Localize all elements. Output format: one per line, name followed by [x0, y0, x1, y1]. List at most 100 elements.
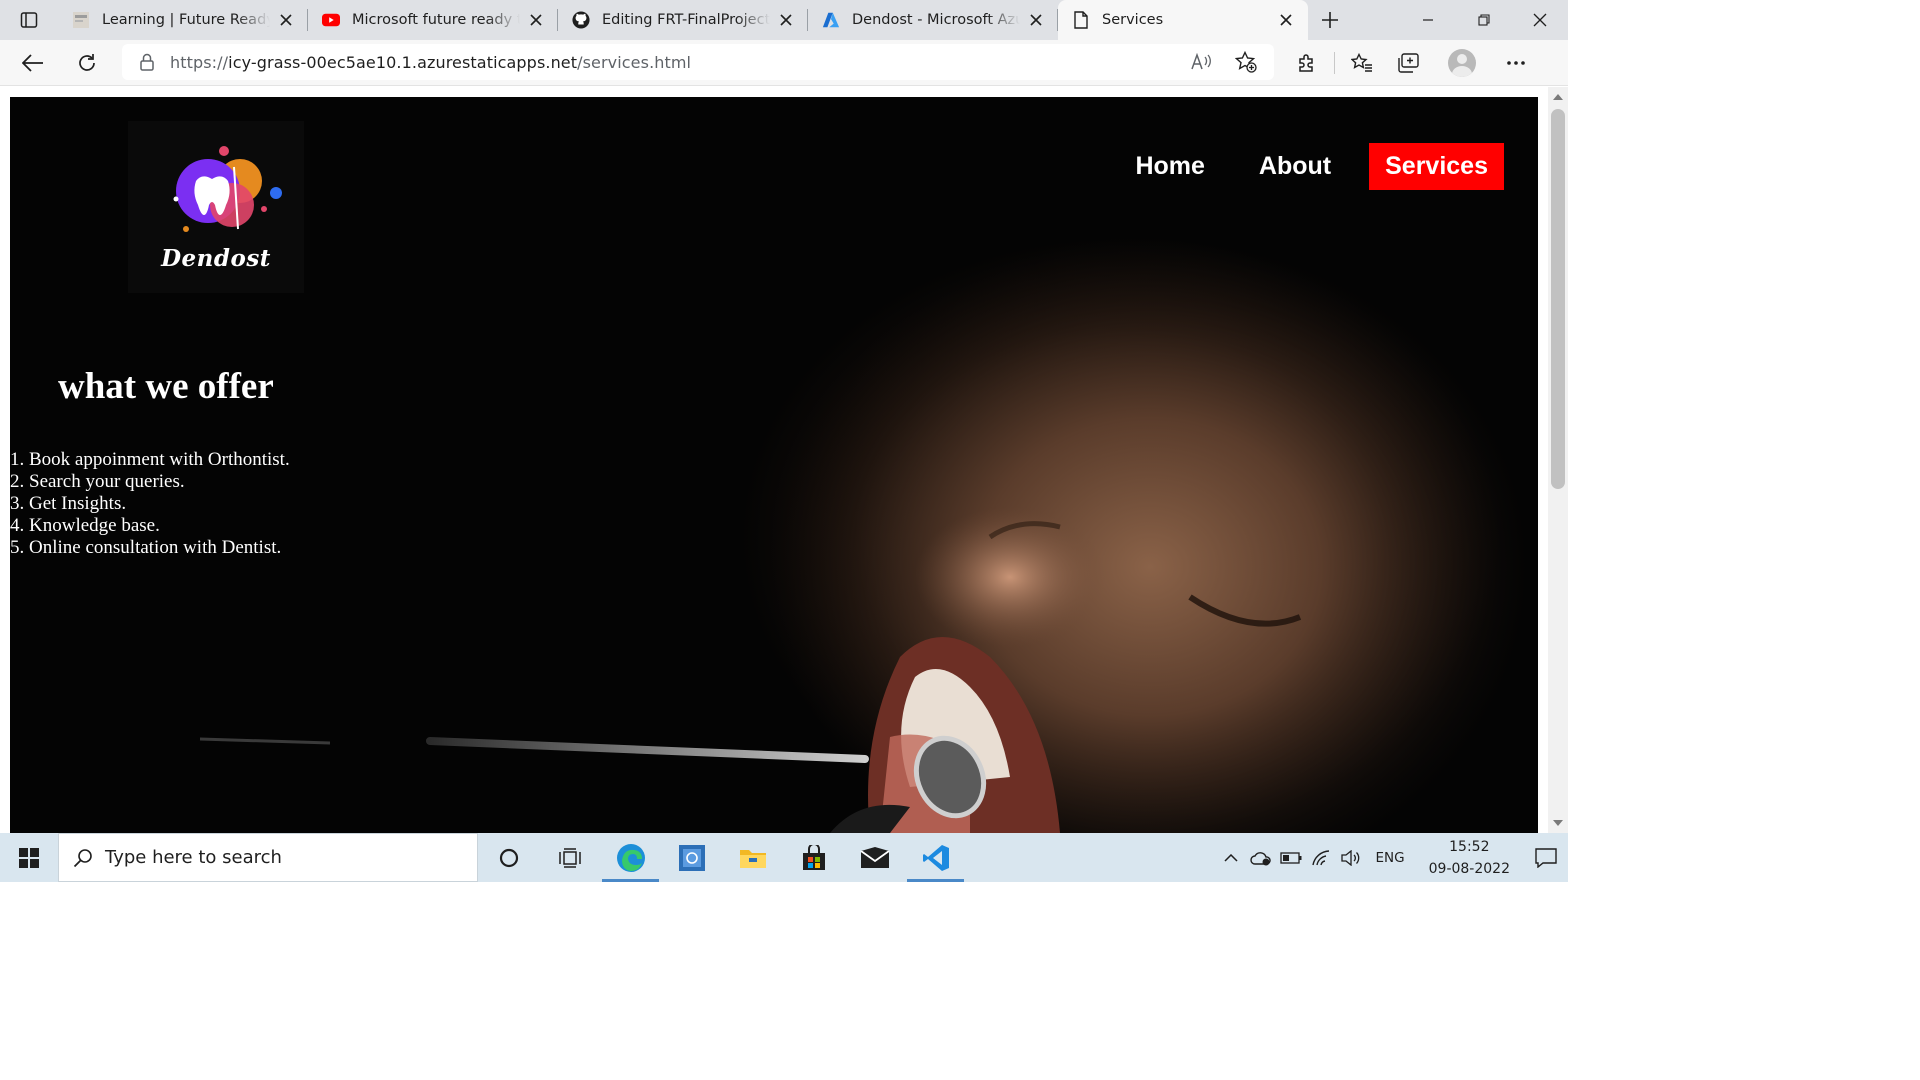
- url-text: https://icy-grass-00ec5ae10.1.azurestati…: [170, 53, 691, 72]
- restore-button[interactable]: [1456, 0, 1512, 40]
- tab-azure[interactable]: Dendost - Microsoft Azure: [808, 0, 1058, 40]
- input-language-indicator[interactable]: ENG: [1366, 850, 1415, 866]
- volume-icon: [1340, 849, 1359, 866]
- volume-tray-button[interactable]: [1336, 833, 1366, 882]
- page-scrollbar[interactable]: [1548, 87, 1568, 833]
- wifi-tray-button[interactable]: [1306, 833, 1336, 882]
- close-tab-icon[interactable]: [776, 10, 796, 30]
- vscode-taskbar-app[interactable]: [905, 833, 966, 882]
- nav-home-link[interactable]: Home: [1119, 143, 1220, 190]
- mail-taskbar-app[interactable]: [844, 833, 905, 882]
- taskbar-clock[interactable]: 15:52 09-08-2022: [1415, 836, 1524, 880]
- folder-icon: [739, 849, 766, 868]
- search-icon: [73, 848, 92, 867]
- page-viewport: Dendost Home About Services what we offe…: [0, 87, 1548, 833]
- close-window-button[interactable]: [1512, 0, 1568, 40]
- window-controls: [1400, 0, 1568, 40]
- close-tab-icon[interactable]: [526, 10, 546, 30]
- tab-title: Services: [1102, 12, 1164, 28]
- avatar: [1448, 49, 1476, 77]
- search-placeholder: Type here to search: [105, 847, 282, 868]
- clock-date: 09-08-2022: [1428, 860, 1510, 877]
- edge-icon: [616, 843, 645, 872]
- close-tab-icon[interactable]: [276, 10, 296, 30]
- new-tab-button[interactable]: [1308, 0, 1352, 40]
- add-favorite-button[interactable]: [1224, 44, 1268, 80]
- site-hero: Dendost Home About Services what we offe…: [10, 97, 1538, 833]
- site-logo[interactable]: Dendost: [128, 121, 304, 293]
- onedrive-tray-button[interactable]: [1246, 833, 1276, 882]
- learning-favicon-icon: [72, 11, 90, 29]
- store-icon: [802, 844, 825, 870]
- scroll-down-icon[interactable]: [1553, 818, 1563, 828]
- tab-title: Editing FRT-FinalProject/R: [602, 12, 770, 28]
- scroll-up-icon[interactable]: [1553, 92, 1563, 102]
- tab-actions-button[interactable]: [0, 0, 58, 40]
- edge-taskbar-app[interactable]: [600, 833, 661, 882]
- extensions-button[interactable]: [1284, 45, 1330, 81]
- settings-menu-button[interactable]: [1493, 45, 1539, 81]
- youtube-icon: [322, 11, 340, 29]
- cortana-button[interactable]: [478, 833, 539, 882]
- refresh-button[interactable]: [64, 45, 110, 81]
- tab-learning[interactable]: Learning | Future Ready Ta: [58, 0, 308, 40]
- battery-icon: [1279, 851, 1302, 864]
- tab-services[interactable]: Services: [1058, 0, 1308, 40]
- windows-icon: [19, 847, 39, 868]
- site-nav: Home About Services: [1119, 143, 1504, 190]
- scrollbar-thumb[interactable]: [1551, 109, 1565, 489]
- task-view-icon: [558, 847, 581, 868]
- store-taskbar-app[interactable]: [783, 833, 844, 882]
- browser-toolbar: https://icy-grass-00ec5ae10.1.azurestati…: [0, 40, 1568, 86]
- nav-about-link[interactable]: About: [1243, 143, 1347, 190]
- logo-text: Dendost: [161, 245, 271, 272]
- mail-icon: [859, 846, 890, 868]
- github-icon: [572, 11, 590, 29]
- tab-title: Dendost - Microsoft Azure: [852, 12, 1020, 28]
- list-item: 4. Knowledge base.: [10, 515, 160, 536]
- start-button[interactable]: [0, 833, 58, 882]
- page-title: what we offer: [58, 366, 274, 407]
- close-icon: [1533, 13, 1547, 27]
- star-add-icon: [1235, 51, 1257, 73]
- list-item: 1. Book appoinment with Orthontist.: [10, 449, 290, 470]
- tab-actions-icon: [20, 12, 38, 28]
- system-tray: ENG 15:52 09-08-2022: [1216, 833, 1568, 882]
- more-icon: [1507, 61, 1525, 65]
- notification-center-button[interactable]: [1524, 833, 1568, 882]
- toolbar-divider: [1334, 52, 1335, 74]
- url-host: icy-grass-00ec5ae10.1.azurestaticapps.ne…: [228, 52, 578, 72]
- task-view-button[interactable]: [539, 833, 600, 882]
- nav-services-link[interactable]: Services: [1369, 143, 1504, 190]
- puzzle-icon: [1299, 54, 1313, 72]
- back-button[interactable]: [10, 45, 56, 81]
- clock-time: 15:52: [1449, 838, 1490, 855]
- collections-button[interactable]: [1385, 45, 1431, 81]
- taskbar: Type here to search ENG 15:52 09-08-2022: [0, 833, 1568, 882]
- read-aloud-button[interactable]: [1180, 44, 1224, 80]
- tab-github[interactable]: Editing FRT-FinalProject/R: [558, 0, 808, 40]
- tab-youtube[interactable]: Microsoft future ready tale: [308, 0, 558, 40]
- cloud-icon: [1249, 851, 1271, 865]
- close-tab-icon[interactable]: [1276, 10, 1296, 30]
- minimize-icon: [1423, 19, 1433, 21]
- address-bar[interactable]: https://icy-grass-00ec5ae10.1.azurestati…: [122, 44, 1274, 80]
- minimize-button[interactable]: [1400, 0, 1456, 40]
- tab-title: Learning | Future Ready Ta: [102, 12, 270, 28]
- camera-app-icon: [678, 844, 705, 871]
- favorites-button[interactable]: [1339, 45, 1385, 81]
- taskbar-search-box[interactable]: Type here to search: [58, 833, 478, 882]
- page-icon: [1072, 11, 1090, 29]
- cortana-icon: [499, 848, 518, 867]
- list-item: 3. Get Insights.: [10, 493, 127, 514]
- notification-icon: [1535, 847, 1557, 868]
- profile-button[interactable]: [1431, 45, 1493, 81]
- plus-icon: [1322, 12, 1338, 28]
- close-tab-icon[interactable]: [1026, 10, 1046, 30]
- restore-icon: [1478, 14, 1490, 26]
- show-hidden-icons-button[interactable]: [1216, 833, 1246, 882]
- camera-taskbar-app[interactable]: [661, 833, 722, 882]
- battery-tray-button[interactable]: [1276, 833, 1306, 882]
- toolbar-actions: [1284, 45, 1539, 81]
- file-explorer-taskbar-app[interactable]: [722, 833, 783, 882]
